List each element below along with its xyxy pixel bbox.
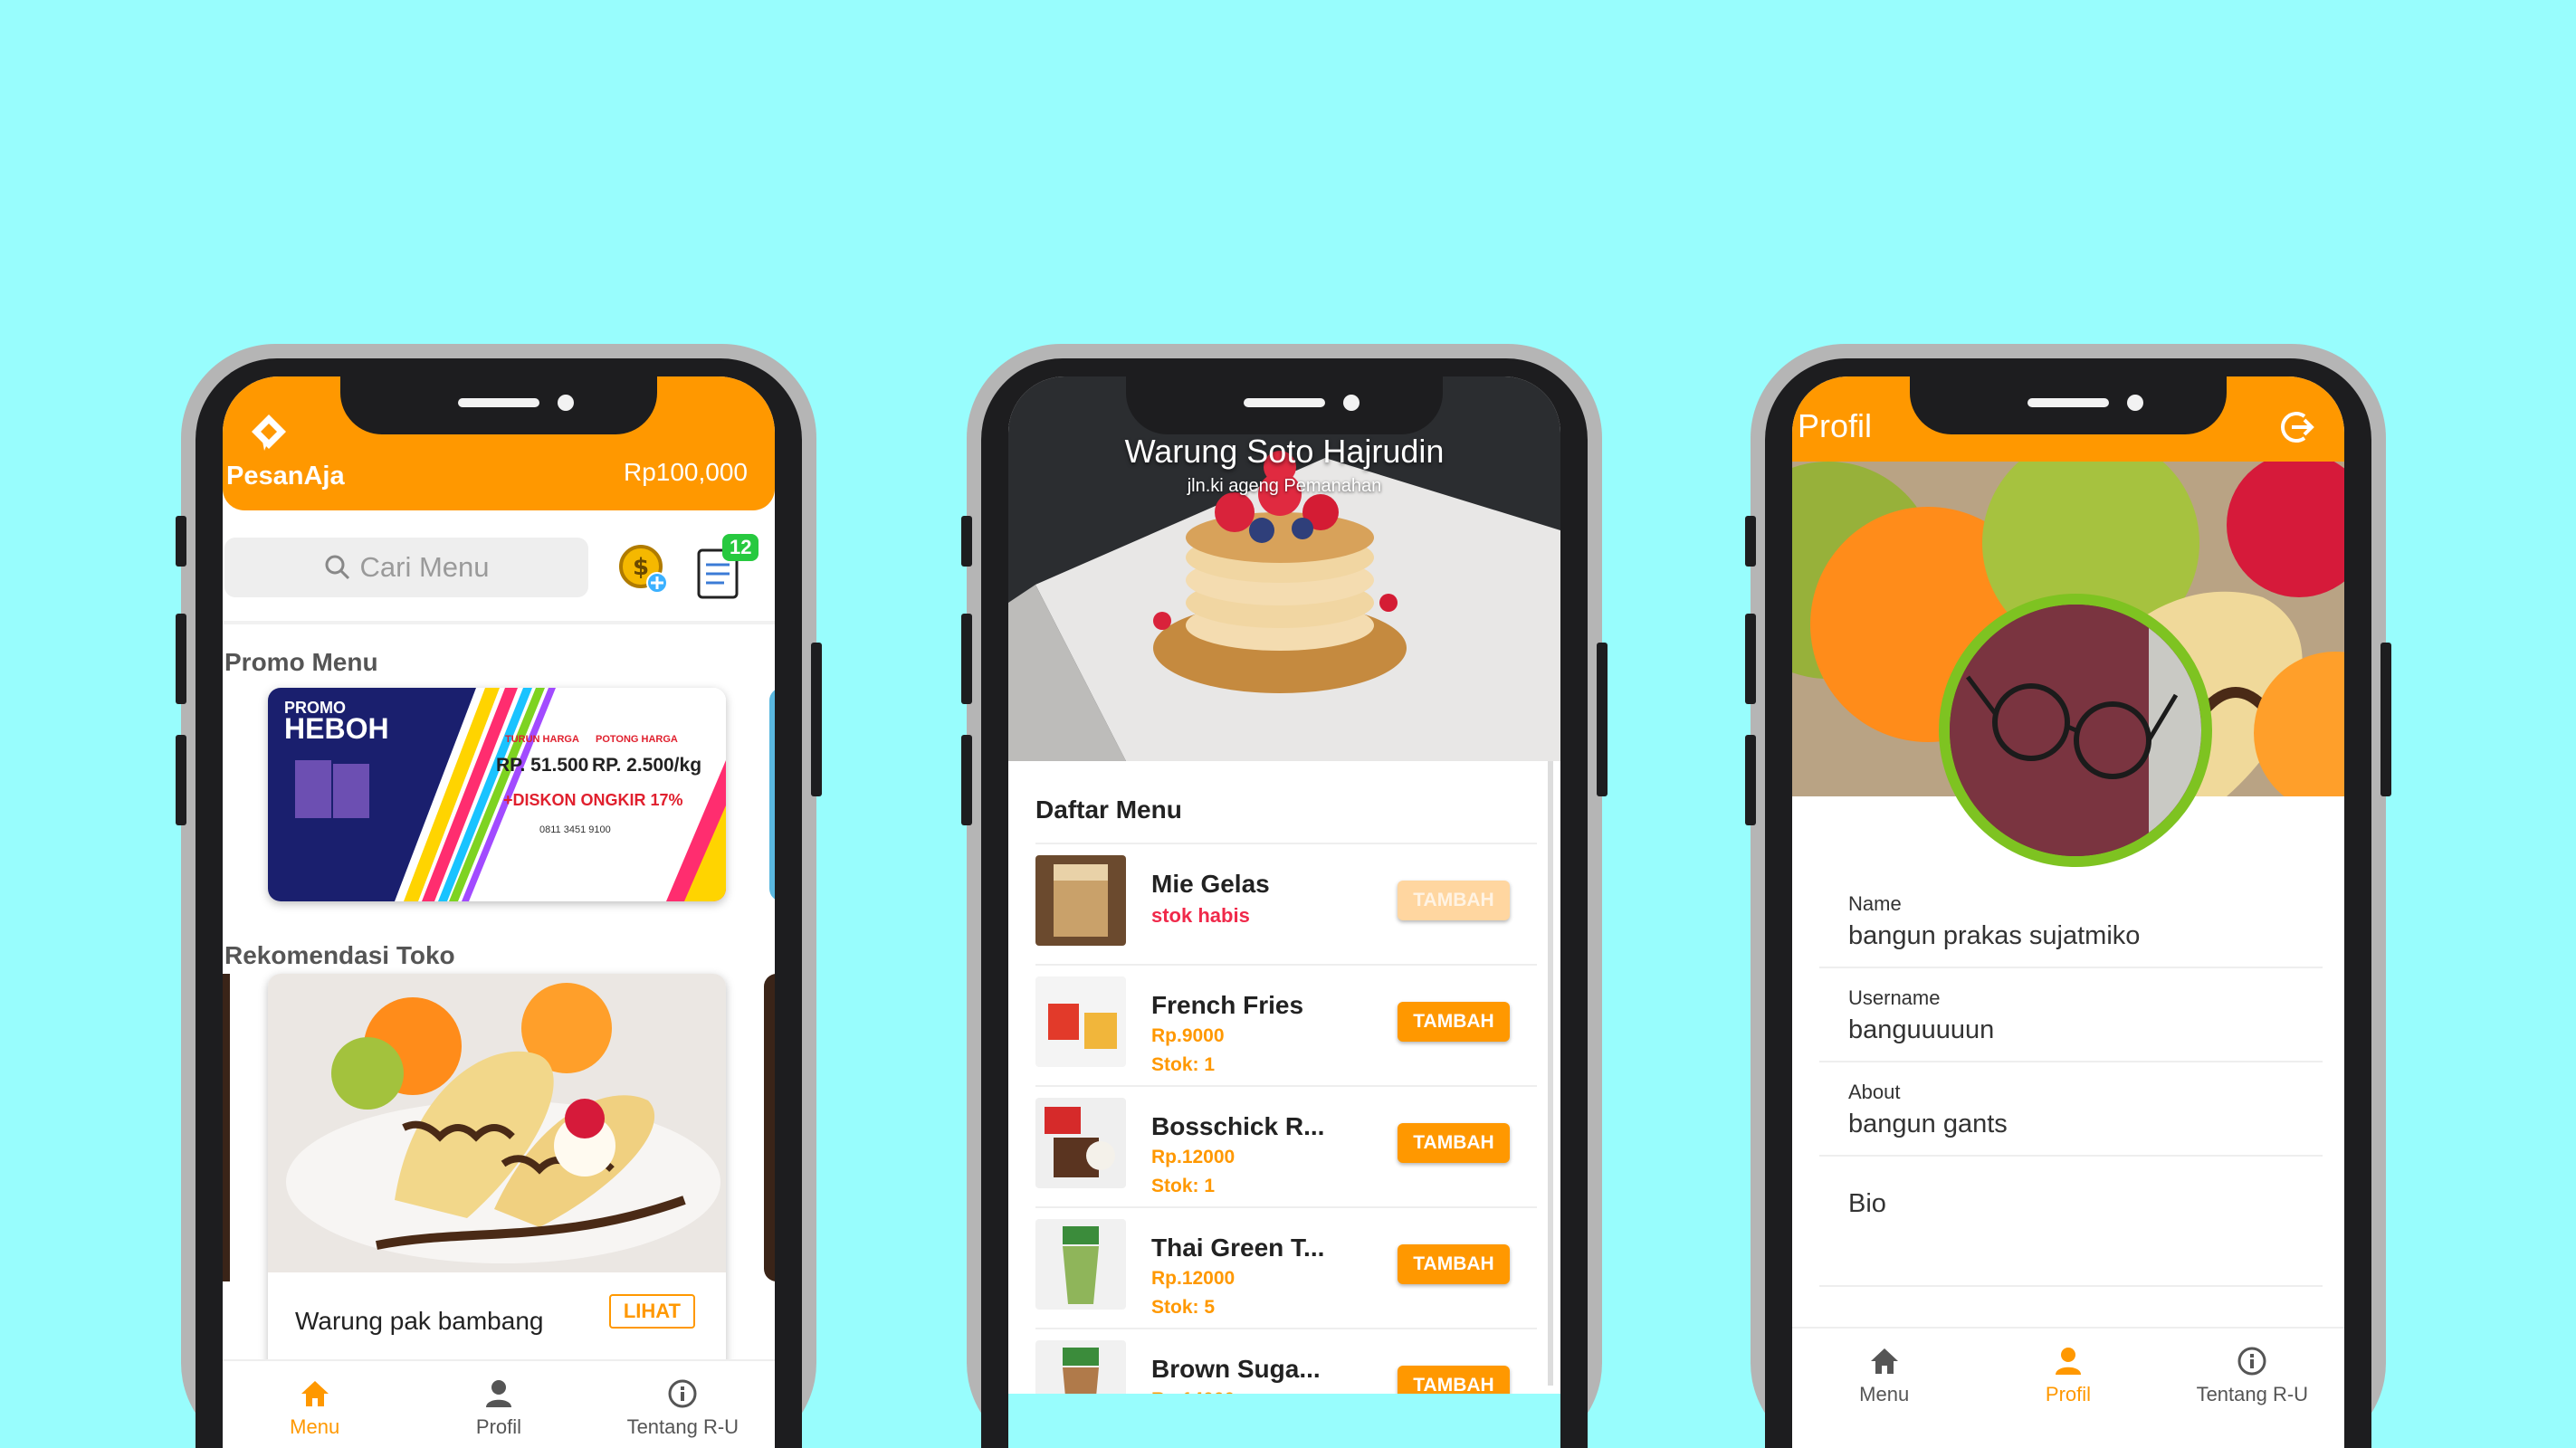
menu-item-status: stok habis bbox=[1151, 904, 1250, 927]
menu-list: Daftar Menu Mie Gelas stok habis TAMBAH … bbox=[1008, 761, 1560, 1431]
menu-item-stock: Stok: 1 bbox=[1151, 1176, 1216, 1196]
menu-item-name: Thai Green T... bbox=[1151, 1234, 1325, 1262]
profile-about-field: About bangun gants bbox=[1819, 1062, 2323, 1157]
menu-item-name: Mie Gelas bbox=[1151, 870, 1270, 898]
field-label: About bbox=[1848, 1081, 1901, 1103]
field-value[interactable]: banguuuuun bbox=[1848, 1015, 1994, 1045]
rekomendasi-section-title: Rekomendasi Toko bbox=[224, 941, 455, 969]
store-address: jln.ki ageng Pemanahan bbox=[1187, 476, 1382, 496]
search-input[interactable]: Cari Menu bbox=[224, 538, 588, 597]
order-count-badge: 12 bbox=[722, 534, 759, 561]
field-value[interactable]: bangun prakas sujatmiko bbox=[1848, 921, 2140, 951]
nav-menu-label: Menu bbox=[290, 1415, 340, 1438]
add-to-cart-button[interactable]: TAMBAH bbox=[1398, 1244, 1510, 1284]
app-logo-icon bbox=[252, 414, 286, 451]
nav-tentang-label: Tentang R-U bbox=[626, 1415, 739, 1438]
menu-item: Thai Green T... Rp.12000 Stok: 5 TAMBAH bbox=[1035, 1208, 1537, 1329]
promo-banner[interactable]: PROMO HEBOH TURUN HARGA RP. 51.500 POTON… bbox=[268, 688, 726, 901]
search-placeholder: Cari Menu bbox=[359, 551, 490, 583]
nav-menu[interactable]: Menu bbox=[1792, 1329, 1976, 1424]
store-name: Warung Soto Hajrudin bbox=[1124, 433, 1445, 470]
search-icon bbox=[325, 555, 349, 580]
add-to-cart-button[interactable]: TAMBAH bbox=[1398, 1002, 1510, 1042]
store-screen: Warung Soto Hajrudin jln.ki ageng Pemana… bbox=[1008, 376, 1560, 1448]
person-icon bbox=[485, 1380, 511, 1407]
nav-menu-label: Menu bbox=[1859, 1383, 1910, 1405]
menu-item-price: Rp.12000 bbox=[1151, 1147, 1236, 1167]
avatar[interactable] bbox=[1939, 594, 2212, 867]
menu-scrollbar[interactable] bbox=[1548, 761, 1553, 1386]
topup-coin-icon[interactable]: $ bbox=[617, 543, 670, 595]
info-icon bbox=[2237, 1347, 2266, 1376]
menu-item-name: French Fries bbox=[1151, 991, 1304, 1019]
home-screen: PesanAja Rp100,000 Cari Menu $ 12 Promo … bbox=[223, 376, 775, 1448]
menu-item-stock: Stok: 5 bbox=[1151, 1297, 1216, 1318]
nav-tentang[interactable]: Tentang R-U bbox=[591, 1361, 775, 1448]
menu-item: French Fries Rp.9000 Stok: 1 TAMBAH bbox=[1035, 966, 1537, 1087]
shop-photo bbox=[268, 974, 726, 1272]
logout-icon[interactable] bbox=[2279, 409, 2315, 445]
app-brand: PesanAja bbox=[226, 462, 345, 491]
menu-item: Mie Gelas stok habis TAMBAH bbox=[1035, 844, 1537, 966]
promo-contact: 0811 3451 9100 bbox=[539, 824, 611, 835]
menu-item-photo bbox=[1035, 1098, 1126, 1188]
menu-item: Bosschick R... Rp.12000 Stok: 1 TAMBAH bbox=[1035, 1087, 1537, 1208]
nav-tentang-label: Tentang R-U bbox=[2196, 1383, 2309, 1405]
promo-section-title: Promo Menu bbox=[224, 648, 378, 676]
bio-label: Bio bbox=[1848, 1189, 1886, 1218]
menu-item-price: Rp.12000 bbox=[1151, 1268, 1236, 1289]
add-to-cart-button[interactable]: TAMBAH bbox=[1398, 1123, 1510, 1163]
profile-username-field: Username banguuuuun bbox=[1819, 968, 2323, 1062]
promo-tag2: POTONG HARGA bbox=[596, 734, 678, 745]
profile-bio-field[interactable]: Bio bbox=[1819, 1157, 2323, 1287]
wallet-balance[interactable]: Rp100,000 bbox=[624, 458, 748, 487]
menu-item-photo bbox=[1035, 1219, 1126, 1310]
promo-heboh: HEBOH bbox=[284, 712, 389, 745]
phone-frame-store: Warung Soto Hajrudin jln.ki ageng Pemana… bbox=[961, 344, 1608, 1448]
nav-profil[interactable]: Profil bbox=[1976, 1329, 2160, 1424]
promo-banner-image: PROMO HEBOH TURUN HARGA RP. 51.500 POTON… bbox=[268, 688, 726, 901]
shop-card[interactable]: Warung pak bambang LIHAT bbox=[268, 974, 726, 1372]
profile-screen: Profil Name bangun prakas sujatmiko User… bbox=[1792, 376, 2344, 1448]
page-title: Profil bbox=[1798, 407, 1873, 444]
nav-profil-label: Profil bbox=[475, 1415, 522, 1438]
nav-tentang[interactable]: Tentang R-U bbox=[2161, 1329, 2344, 1424]
field-label: Username bbox=[1848, 986, 1941, 1009]
svg-text:$: $ bbox=[633, 554, 649, 581]
bottom-nav: Menu Profil Tentang R-U bbox=[1792, 1327, 2344, 1424]
info-icon bbox=[668, 1379, 697, 1408]
phone-frame-home: PesanAja Rp100,000 Cari Menu $ 12 Promo … bbox=[176, 344, 822, 1448]
shop-name: Warung pak bambang bbox=[295, 1307, 544, 1335]
menu-list-title: Daftar Menu bbox=[1035, 795, 1182, 824]
menu-item-photo bbox=[1035, 976, 1126, 1067]
menu-item-photo bbox=[1035, 855, 1126, 946]
person-icon bbox=[2055, 1348, 2081, 1375]
promo-next-card[interactable] bbox=[769, 688, 775, 901]
nav-profil[interactable]: Profil bbox=[406, 1361, 590, 1448]
menu-item-name: Brown Suga... bbox=[1151, 1355, 1321, 1383]
promo-price2: RP. 2.500/kg bbox=[592, 755, 701, 776]
view-shop-button[interactable]: LIHAT bbox=[608, 1294, 695, 1329]
home-icon bbox=[1870, 1348, 1898, 1374]
menu-item-name: Bosschick R... bbox=[1151, 1112, 1325, 1140]
home-icon bbox=[301, 1381, 329, 1406]
bottom-nav: Menu Profil Tentang R-U bbox=[223, 1359, 775, 1448]
nav-profil-label: Profil bbox=[2045, 1383, 2092, 1405]
menu-item-price: Rp.9000 bbox=[1151, 1025, 1225, 1046]
nav-menu[interactable]: Menu bbox=[223, 1361, 406, 1448]
field-value[interactable]: bangun gants bbox=[1848, 1110, 2008, 1139]
add-to-cart-button[interactable]: TAMBAH bbox=[1398, 881, 1510, 920]
promo-price1: RP. 51.500 bbox=[496, 755, 588, 776]
profile-name-field: Name bangun prakas sujatmiko bbox=[1819, 874, 2323, 968]
menu-item-stock: Stok: 1 bbox=[1151, 1054, 1216, 1075]
phone-frame-profile: Profil Name bangun prakas sujatmiko User… bbox=[1745, 344, 2391, 1448]
promo-tag1: TURUN HARGA bbox=[505, 734, 579, 745]
field-label: Name bbox=[1848, 892, 1902, 915]
promo-discount: +DISKON ONGKIR 17% bbox=[503, 791, 683, 809]
